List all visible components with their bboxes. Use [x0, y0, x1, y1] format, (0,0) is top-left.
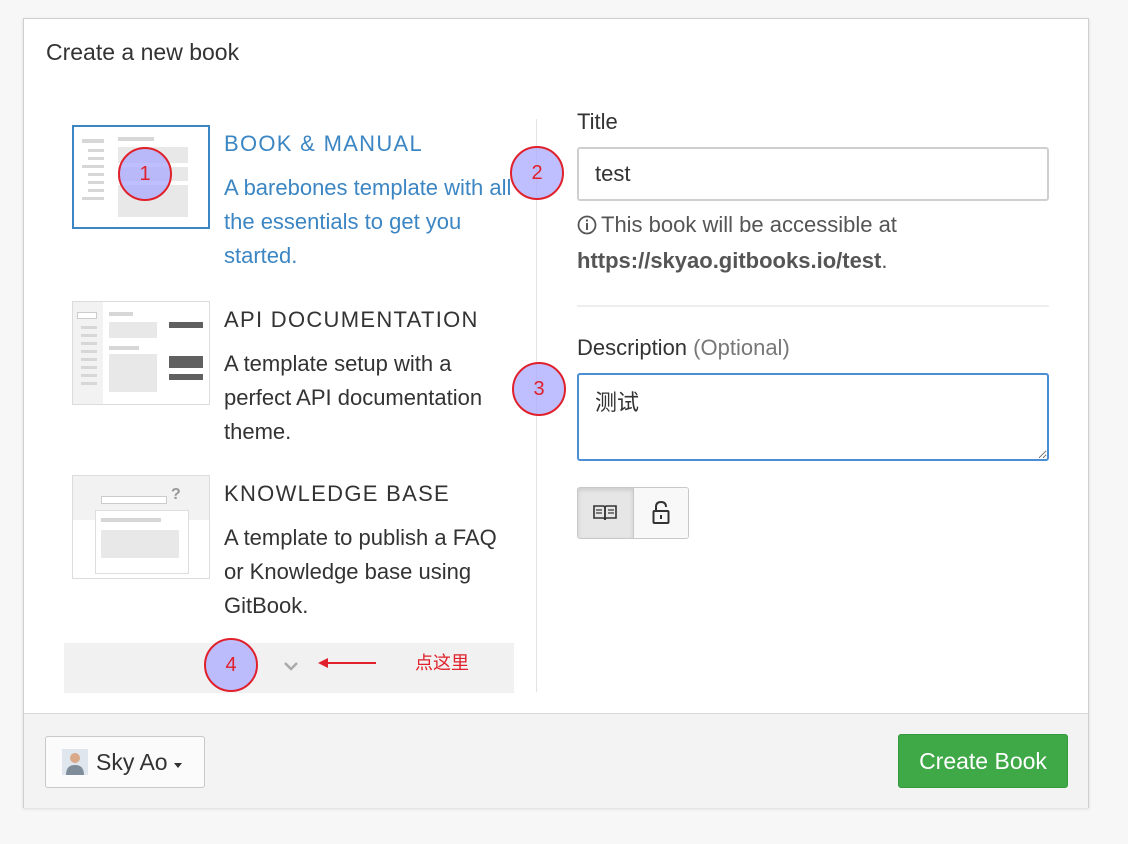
hint-prefix: This book will be accessible at — [601, 212, 897, 237]
caret-down-icon — [173, 762, 182, 768]
template-title: BOOK & MANUAL — [224, 131, 424, 156]
chevron-down-icon[interactable] — [280, 655, 302, 677]
create-book-button[interactable]: Create Book — [898, 734, 1068, 788]
description-label-text: Description — [577, 335, 688, 360]
public-button[interactable] — [578, 488, 634, 538]
lock-icon — [652, 500, 670, 524]
annotation-marker-4: 4 — [204, 638, 258, 692]
hint-suffix: . — [881, 248, 888, 273]
template-thumbnail-kb: ? — [72, 475, 210, 579]
description-textarea[interactable]: 测试 — [577, 373, 1049, 461]
create-book-dialog: Create a new book BOOK & MANUAL A barebo… — [23, 18, 1089, 808]
template-title: KNOWLEDGE BASE — [224, 481, 451, 506]
owner-name: Sky Ao — [96, 748, 168, 775]
annotation-marker-1: 1 — [118, 147, 172, 201]
private-button[interactable] — [633, 488, 688, 538]
url-hint: This book will be accessible at https://… — [577, 207, 1057, 279]
annotation-marker-2: 2 — [510, 146, 564, 200]
template-description: A template to publish a FAQ or Knowledge… — [224, 525, 497, 618]
owner-dropdown[interactable]: Sky Ao — [45, 736, 205, 788]
description-label: Description (Optional) — [577, 335, 790, 361]
hint-url: https://skyao.gitbooks.io/test — [577, 248, 882, 273]
dialog-title: Create a new book — [46, 39, 240, 65]
info-icon — [577, 215, 597, 235]
optional-label: (Optional) — [693, 335, 790, 360]
form-divider — [577, 305, 1049, 307]
dialog-footer: Sky Ao Create Book — [24, 713, 1088, 808]
annotation-note: 点这里 — [415, 653, 469, 673]
template-description: A barebones template with all the essent… — [224, 175, 512, 268]
title-label: Title — [577, 109, 618, 134]
title-input[interactable] — [577, 147, 1049, 201]
avatar — [62, 749, 88, 775]
template-thumbnail-api — [72, 301, 210, 405]
visibility-toggle — [577, 487, 689, 539]
annotation-arrow — [318, 658, 376, 668]
template-description: A template setup with a perfect API docu… — [224, 351, 483, 444]
template-title: API DOCUMENTATION — [224, 307, 479, 332]
annotation-marker-3: 3 — [512, 362, 566, 416]
book-icon — [593, 505, 618, 521]
